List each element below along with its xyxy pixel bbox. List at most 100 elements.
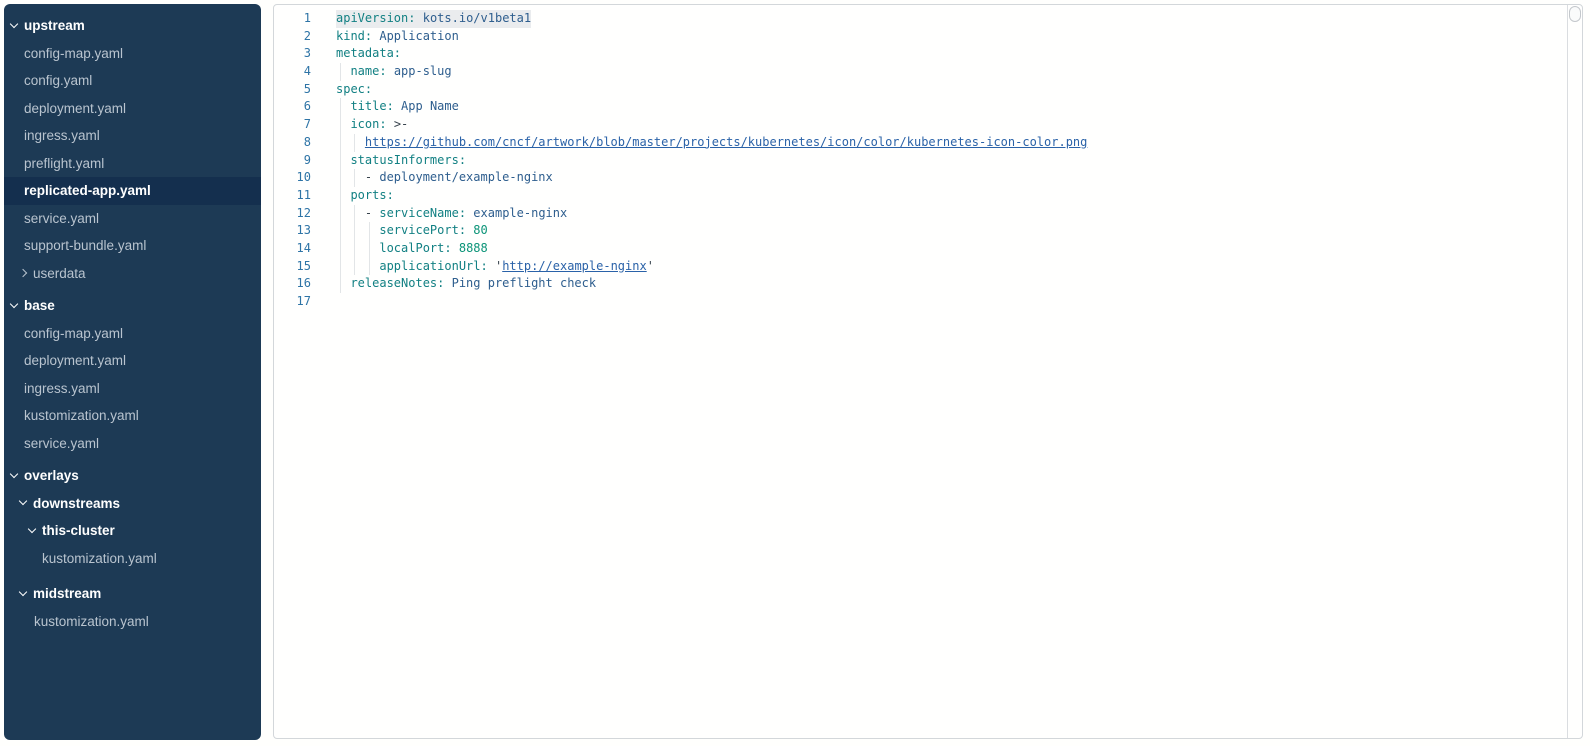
- chevron-right-icon: [19, 269, 27, 277]
- chevron-down-icon: [28, 525, 36, 533]
- code-line[interactable]: 15 applicationUrl: 'http://example-nginx…: [274, 258, 1566, 276]
- code-line[interactable]: 1 apiVersion: kots.io/v1beta1: [274, 10, 1566, 28]
- tree-item-deployment-yaml[interactable]: deployment.yaml: [4, 347, 261, 375]
- tree-item-label: overlays: [24, 468, 79, 483]
- code-token-key: localPort:: [379, 241, 451, 255]
- tree-item-kustomization-yaml[interactable]: kustomization.yaml: [4, 402, 261, 430]
- tree-item-config-map-yaml[interactable]: config-map.yaml: [4, 40, 261, 68]
- tree-item-config-map-yaml[interactable]: config-map.yaml: [4, 320, 261, 348]
- code-line[interactable]: 16 releaseNotes: Ping preflight check: [274, 275, 1566, 293]
- code-line[interactable]: 5 spec:: [274, 81, 1566, 99]
- code-line[interactable]: 3metadata:: [274, 45, 1566, 63]
- code-text: apiVersion: kots.io/v1beta1: [336, 10, 531, 28]
- code-link[interactable]: http://example-nginx: [502, 259, 647, 273]
- code-token-val: Application: [379, 29, 458, 43]
- code-token-sp: [387, 117, 394, 131]
- code-text: kind: Application: [336, 28, 459, 46]
- code-token-num: 80: [473, 223, 487, 237]
- code-text: applicationUrl: 'http://example-nginx': [336, 258, 654, 276]
- tree-item-label: userdata: [33, 266, 86, 281]
- line-number: 13: [274, 222, 311, 240]
- tree-item-service-yaml[interactable]: service.yaml: [4, 430, 261, 458]
- tree-item-label: config.yaml: [24, 73, 92, 88]
- tree-item-label: upstream: [24, 18, 85, 33]
- code-line[interactable]: 13 servicePort: 80: [274, 222, 1566, 240]
- code-line[interactable]: 7 icon: >-: [274, 116, 1566, 134]
- tree-item-ingress-yaml[interactable]: ingress.yaml: [4, 375, 261, 403]
- code-text: statusInformers:: [336, 152, 466, 170]
- tree-item-downstreams[interactable]: downstreams: [4, 490, 261, 518]
- code-token-key: applicationUrl:: [379, 259, 487, 273]
- code-token-sp: [488, 259, 495, 273]
- tree-item-label: this-cluster: [42, 523, 115, 538]
- code-line[interactable]: 10 - deployment/example-nginx: [274, 169, 1566, 187]
- tree-item-label: config-map.yaml: [24, 46, 123, 61]
- code-text: releaseNotes: Ping preflight check: [336, 275, 596, 293]
- tree-item-overlays[interactable]: overlays: [4, 462, 261, 490]
- line-number: 10: [274, 169, 311, 187]
- code-token-sp: [336, 259, 379, 273]
- tree-item-label: preflight.yaml: [24, 156, 104, 171]
- tree-item-kustomization-yaml[interactable]: kustomization.yaml: [4, 545, 261, 573]
- code-token-dash: -: [365, 170, 379, 184]
- code-token-key: spec:: [336, 82, 372, 96]
- chevron-down-icon: [10, 20, 18, 28]
- code-line[interactable]: 17: [274, 293, 1566, 311]
- tree-item-userdata[interactable]: userdata: [4, 260, 261, 288]
- file-tree: upstream config-map.yaml config.yaml deploy…: [4, 4, 261, 740]
- code-line[interactable]: 14 localPort: 8888: [274, 240, 1566, 258]
- chevron-down-icon: [19, 497, 27, 505]
- line-number: 14: [274, 240, 311, 258]
- tree-item-label: downstreams: [33, 496, 120, 511]
- line-number: 12: [274, 205, 311, 223]
- code-line[interactable]: 2kind: Application: [274, 28, 1566, 46]
- code-token-val: example-nginx: [473, 206, 567, 220]
- line-number: 3: [274, 45, 311, 63]
- code-token-key: name:: [350, 64, 386, 78]
- code-line[interactable]: 8 https://github.com/cncf/artwork/blob/m…: [274, 134, 1566, 152]
- tree-item-config-yaml[interactable]: config.yaml: [4, 67, 261, 95]
- tree-item-label: replicated-app.yaml: [24, 183, 151, 198]
- code-token-sp: [336, 135, 365, 149]
- code-token-key: title:: [350, 99, 393, 113]
- tree-item-midstream[interactable]: midstream: [4, 580, 261, 608]
- tree-item-preflight-yaml[interactable]: preflight.yaml: [4, 150, 261, 178]
- tree-item-label: ingress.yaml: [24, 128, 100, 143]
- tree-item-upstream[interactable]: upstream: [4, 12, 261, 40]
- line-number: 5: [274, 81, 311, 99]
- code-token-key: statusInformers:: [350, 153, 466, 167]
- yaml-editor[interactable]: 1 apiVersion: kots.io/v1beta12kind: Appli…: [273, 4, 1583, 739]
- code-token-key: apiVersion:: [336, 11, 415, 25]
- tree-item-service-yaml[interactable]: service.yaml: [4, 205, 261, 233]
- code-line[interactable]: 12 - serviceName: example-nginx: [274, 205, 1566, 223]
- chevron-down-icon: [10, 470, 18, 478]
- code-token-sp: [336, 170, 365, 184]
- tree-item-kustomization-yaml[interactable]: kustomization.yaml: [4, 608, 261, 636]
- code-line[interactable]: 11 ports:: [274, 187, 1566, 205]
- code-token-sp: [444, 276, 451, 290]
- code-text: spec:: [336, 81, 372, 99]
- code-token-sp: [336, 153, 350, 167]
- tree-item-deployment-yaml[interactable]: deployment.yaml: [4, 95, 261, 123]
- code-token-sp: [336, 206, 365, 220]
- line-number: 1: [274, 10, 311, 28]
- code-link[interactable]: https://github.com/cncf/artwork/blob/mas…: [365, 135, 1087, 149]
- tree-item-replicated-app-yaml[interactable]: replicated-app.yaml: [4, 177, 261, 205]
- code-token-val: app-slug: [394, 64, 452, 78]
- scrollbar-thumb[interactable]: [1569, 6, 1581, 22]
- line-number: 4: [274, 63, 311, 81]
- code-token-sp: [415, 11, 422, 25]
- editor-scrollbar[interactable]: [1567, 5, 1582, 738]
- code-line[interactable]: 9 statusInformers:: [274, 152, 1566, 170]
- code-text: - deployment/example-nginx: [336, 169, 553, 187]
- line-number: 6: [274, 98, 311, 116]
- code-line[interactable]: 4 name: app-slug: [274, 63, 1566, 81]
- tree-item-this-cluster[interactable]: this-cluster: [4, 517, 261, 545]
- tree-item-base[interactable]: base: [4, 292, 261, 320]
- code-token-dash: -: [365, 206, 379, 220]
- code-token-sp: [336, 223, 379, 237]
- tree-item-support-bundle-yaml[interactable]: support-bundle.yaml: [4, 232, 261, 260]
- tree-item-ingress-yaml[interactable]: ingress.yaml: [4, 122, 261, 150]
- code-token-key: releaseNotes:: [350, 276, 444, 290]
- code-line[interactable]: 6 title: App Name: [274, 98, 1566, 116]
